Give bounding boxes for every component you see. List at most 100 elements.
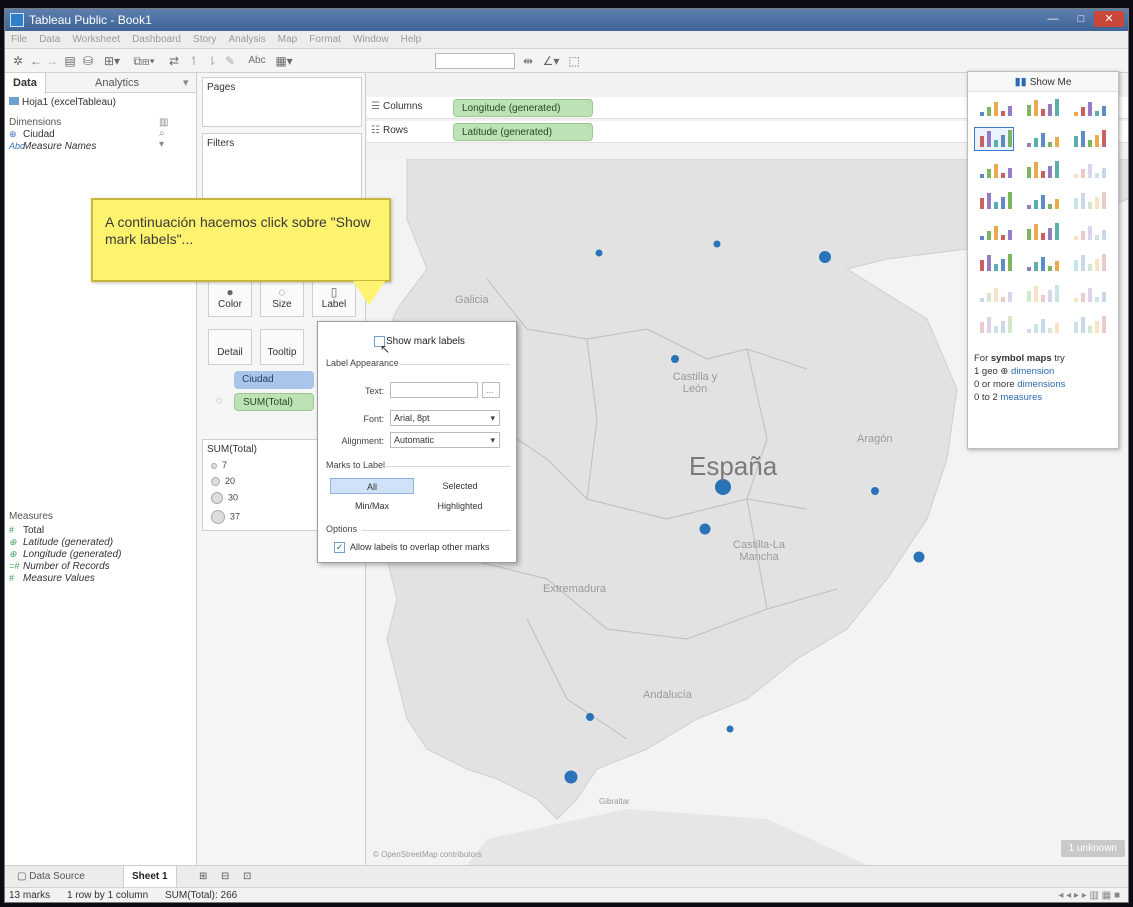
show-me-header[interactable]: ▮▮ Show Me — [968, 72, 1118, 92]
show-me-scatter-plot-icon[interactable] — [974, 282, 1014, 306]
swap-icon[interactable]: ⇄ — [167, 53, 181, 69]
menu-analysis[interactable]: Analysis — [228, 31, 265, 49]
new-sheet-icon[interactable]: ⊞ — [191, 866, 215, 888]
text-ellipsis-button[interactable]: ... — [482, 382, 500, 398]
font-dropdown[interactable]: Arial, 8pt ▾ — [390, 410, 500, 426]
menu-help[interactable]: Help — [401, 31, 422, 49]
show-me-dual-lines-icon[interactable] — [1068, 220, 1108, 244]
menu-window[interactable]: Window — [353, 31, 389, 49]
city-mark[interactable] — [671, 355, 679, 363]
fit-icon[interactable]: ▦▾ — [273, 53, 295, 69]
city-mark[interactable] — [699, 523, 711, 535]
show-me-side-by-side-bars-icon[interactable] — [1068, 158, 1108, 182]
show-me-text-table-icon[interactable] — [974, 96, 1014, 120]
new-story-icon[interactable]: ⊡ — [235, 866, 259, 888]
field-longitude[interactable]: ⊕ Longitude (generated) — [9, 549, 121, 560]
pill-latitude[interactable]: Latitude (generated) — [453, 123, 593, 141]
fix-axes-icon[interactable]: ⇹ — [521, 53, 535, 69]
show-me-filled-map-icon[interactable] — [1021, 127, 1061, 151]
show-me-continuous-lines-icon[interactable] — [974, 220, 1014, 244]
marks-highlighted-option[interactable]: Highlighted — [418, 498, 502, 514]
field-measure-values[interactable]: # Measure Values — [9, 573, 95, 584]
sort-asc-icon[interactable]: ↿ — [187, 53, 201, 69]
city-mark[interactable] — [595, 249, 603, 257]
marks-all-option[interactable]: All — [330, 478, 414, 494]
pill-sum-total[interactable]: SUM(Total) — [234, 393, 314, 411]
show-mark-labels-label[interactable]: Show mark labels — [386, 336, 465, 347]
marks-size-button[interactable]: ◌ Size — [260, 281, 304, 317]
marks-color-button[interactable]: ● Color — [208, 281, 252, 317]
menu-map[interactable]: Map — [278, 31, 297, 49]
menu-file[interactable]: File — [11, 31, 27, 49]
unknown-badge[interactable]: 1 unknown — [1060, 840, 1125, 857]
new-dashboard-icon[interactable]: ⊟ — [213, 866, 237, 888]
menu-dashboard[interactable]: Dashboard — [132, 31, 181, 49]
tab-data-source[interactable]: ▢ Data Source — [9, 866, 93, 888]
marks-tooltip-button[interactable]: Tooltip — [260, 329, 304, 365]
marks-minmax-option[interactable]: Min/Max — [330, 498, 414, 514]
field-measure-names[interactable]: AbcMeasure Names — [9, 141, 96, 152]
show-me-horizontal-bars-icon[interactable] — [974, 158, 1014, 182]
text-field[interactable] — [390, 382, 478, 398]
city-mark[interactable] — [564, 770, 578, 784]
forward-icon[interactable]: → — [45, 53, 59, 69]
menu-data[interactable]: Data — [39, 31, 60, 49]
field-number-of-records[interactable]: =# Number of Records — [9, 561, 110, 572]
sort-desc-icon[interactable]: ⇂ — [205, 53, 219, 69]
duplicate-sheet-icon[interactable]: ⧉⊞▾ — [129, 53, 159, 69]
show-me-heat-map-icon[interactable] — [1021, 96, 1061, 120]
city-mark[interactable] — [713, 240, 721, 248]
city-mark[interactable] — [726, 725, 734, 733]
city-mark[interactable] — [819, 251, 831, 263]
city-mark[interactable] — [871, 487, 879, 495]
menu-story[interactable]: Story — [193, 31, 216, 49]
pen-icon[interactable]: ∠▾ — [541, 53, 561, 69]
filters-card[interactable]: Filters — [202, 133, 362, 203]
show-me-area-discrete-icon[interactable] — [1021, 251, 1061, 275]
allow-overlap-label[interactable]: Allow labels to overlap other marks — [350, 542, 490, 552]
show-me-side-by-side-circles-icon[interactable] — [1068, 189, 1108, 213]
new-datasource-icon[interactable]: ⛁ — [81, 53, 95, 69]
menu-worksheet[interactable]: Worksheet — [72, 31, 120, 49]
pill-longitude[interactable]: Longitude (generated) — [453, 99, 593, 117]
show-me-histogram-icon[interactable] — [1021, 282, 1061, 306]
status-nav-icons[interactable]: ◂ ◂ ▸ ▸ ▥ ▦ ■ — [1058, 888, 1120, 902]
show-me-discrete-lines-icon[interactable] — [1021, 220, 1061, 244]
show-me-pie-chart-icon[interactable] — [1068, 127, 1108, 151]
dimensions-tools-icon[interactable]: ▥ ⌕ ▾ — [159, 117, 168, 150]
tab-data[interactable]: Data — [5, 73, 46, 94]
show-me-packed-bubbles-icon[interactable] — [1068, 313, 1108, 337]
show-labels-button[interactable]: Abc — [245, 53, 269, 69]
city-mark[interactable] — [913, 551, 925, 563]
allow-overlap-checkbox[interactable]: ✓ — [334, 542, 345, 553]
datasource-item[interactable]: Hoja1 (excelTableau) — [9, 97, 116, 108]
city-mark[interactable] — [586, 713, 594, 721]
show-me-highlight-table-icon[interactable] — [1068, 96, 1108, 120]
close-button[interactable]: ✕ — [1094, 11, 1124, 27]
marks-detail-button[interactable]: Detail — [208, 329, 252, 365]
pill-ciudad[interactable]: Ciudad — [234, 371, 314, 389]
show-me-area-continuous-icon[interactable] — [974, 251, 1014, 275]
pages-card[interactable]: Pages — [202, 77, 362, 127]
tableau-logo-icon[interactable]: ✲ — [11, 53, 25, 69]
marks-selected-option[interactable]: Selected — [418, 478, 502, 494]
save-icon[interactable]: ▤ — [63, 53, 77, 69]
show-me-gantt-chart-icon[interactable] — [974, 313, 1014, 337]
show-me-circle-views-icon[interactable] — [1021, 189, 1061, 213]
field-latitude[interactable]: ⊕ Latitude (generated) — [9, 537, 113, 548]
maximize-button[interactable]: □ — [1068, 11, 1094, 27]
pane-menu-caret[interactable]: ▾ — [175, 73, 197, 93]
fit-dropdown[interactable] — [435, 53, 515, 69]
alignment-dropdown[interactable]: Automatic ▾ — [390, 432, 500, 448]
show-me-treemap-icon[interactable] — [974, 189, 1014, 213]
presentation-icon[interactable]: ⬚ — [567, 53, 581, 69]
show-me-stacked-bars-icon[interactable] — [1021, 158, 1061, 182]
show-me-symbol-map-icon[interactable] — [974, 127, 1014, 151]
show-me-dual-combination-icon[interactable] — [1068, 251, 1108, 275]
show-me-bullet-graph-icon[interactable] — [1021, 313, 1061, 337]
field-total[interactable]: # Total — [9, 525, 44, 536]
back-icon[interactable]: ← — [29, 53, 43, 69]
new-worksheet-icon[interactable]: ⊞▾ — [101, 53, 123, 69]
marks-label-button[interactable]: ▯ Label — [312, 281, 356, 317]
tab-analytics[interactable]: Analytics — [87, 73, 147, 93]
